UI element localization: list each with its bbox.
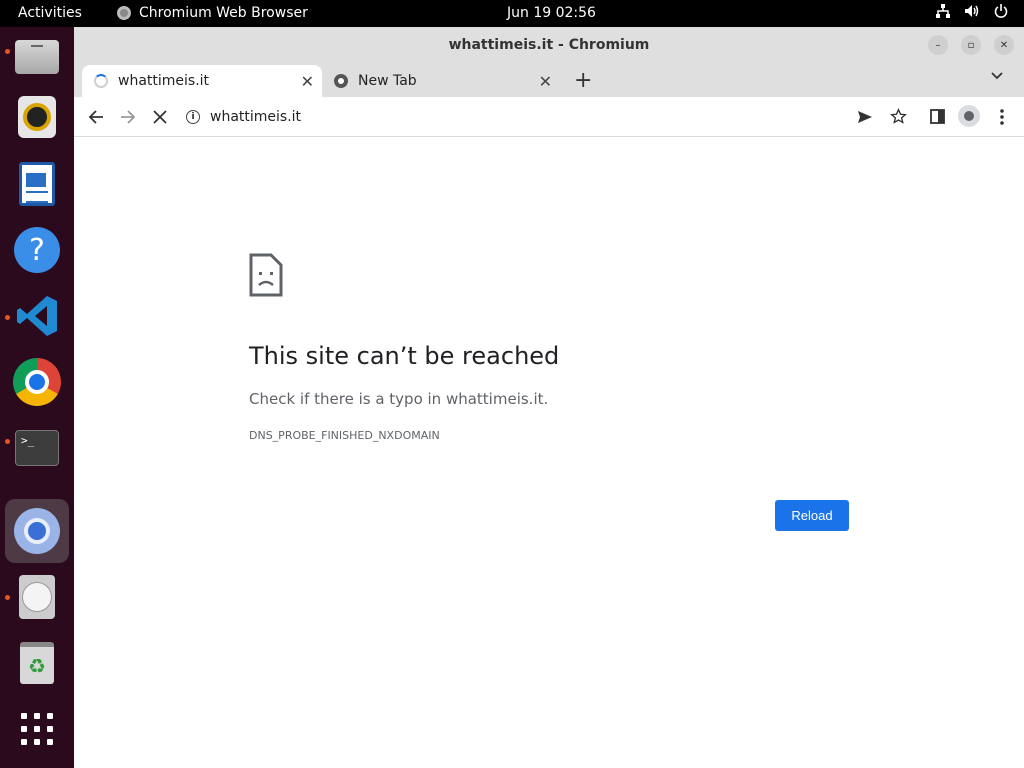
terminal-icon: >_ bbox=[15, 430, 59, 466]
rhythmbox-icon bbox=[18, 96, 56, 138]
error-page: This site can’t be reached Check if ther… bbox=[74, 137, 1024, 768]
dock-chromium[interactable] bbox=[5, 499, 69, 563]
reload-button[interactable]: Reload bbox=[775, 500, 849, 531]
tab-label: whattimeis.it bbox=[118, 73, 210, 89]
activities-button[interactable]: Activities bbox=[18, 5, 82, 21]
power-icon bbox=[994, 4, 1008, 18]
volume-icon bbox=[965, 5, 979, 17]
minimize-button[interactable]: – bbox=[928, 35, 948, 55]
show-apps-icon bbox=[21, 713, 53, 745]
app-menu[interactable]: Chromium Web Browser bbox=[117, 5, 308, 21]
more-menu-icon[interactable] bbox=[1000, 109, 1004, 125]
network-icon bbox=[936, 4, 950, 18]
loading-spinner-icon bbox=[94, 74, 108, 88]
app-name-label: Chromium Web Browser bbox=[139, 5, 308, 21]
forward-button[interactable] bbox=[119, 108, 137, 126]
dock-trash[interactable]: ♻ bbox=[10, 636, 64, 690]
vscode-icon bbox=[17, 296, 57, 336]
dock-vscode[interactable] bbox=[10, 289, 64, 343]
dock-rhythmbox[interactable] bbox=[10, 90, 64, 144]
disks-icon bbox=[19, 575, 55, 619]
dock-disks[interactable] bbox=[10, 570, 64, 624]
close-window-button[interactable]: ✕ bbox=[994, 35, 1014, 55]
chromium-app-icon bbox=[117, 6, 131, 20]
clock[interactable]: Jun 19 02:56 bbox=[507, 5, 596, 21]
dock-files[interactable] bbox=[10, 30, 64, 84]
tab-search-chevron-icon[interactable] bbox=[990, 69, 1004, 83]
tab-new-tab[interactable]: New Tab ✕ bbox=[322, 65, 560, 97]
browser-window: whattimeis.it - Chromium – ▫ ✕ whattimei… bbox=[74, 27, 1024, 768]
dock-help[interactable]: ? bbox=[10, 223, 64, 277]
error-code: DNS_PROBE_FINISHED_NXDOMAIN bbox=[249, 429, 440, 442]
window-titlebar[interactable]: whattimeis.it - Chromium – ▫ ✕ bbox=[74, 27, 1024, 63]
dock: ? >_ ♻ bbox=[0, 27, 74, 768]
chrome-icon bbox=[13, 358, 61, 406]
stop-loading-button[interactable] bbox=[152, 109, 168, 125]
help-icon: ? bbox=[14, 227, 60, 273]
send-to-devices-icon[interactable] bbox=[857, 109, 873, 125]
sad-page-icon bbox=[249, 253, 283, 297]
error-subtitle: Check if there is a typo in whattimeis.i… bbox=[249, 390, 549, 408]
dock-libreoffice-writer[interactable] bbox=[10, 157, 64, 211]
top-bar: Activities Chromium Web Browser Jun 19 0… bbox=[0, 0, 1024, 27]
tab-close-icon[interactable]: ✕ bbox=[539, 72, 552, 91]
site-info-icon[interactable]: i bbox=[186, 110, 200, 124]
files-icon bbox=[15, 40, 59, 74]
writer-icon bbox=[19, 162, 55, 206]
side-panel-icon[interactable] bbox=[930, 109, 945, 124]
chromium-favicon-icon bbox=[334, 74, 348, 88]
tab-close-icon[interactable]: ✕ bbox=[301, 72, 314, 91]
browser-toolbar: i whattimeis.it bbox=[74, 97, 1024, 137]
trash-icon: ♻ bbox=[20, 642, 54, 684]
dock-chrome[interactable] bbox=[10, 355, 64, 409]
bookmark-star-icon[interactable] bbox=[890, 108, 907, 125]
dock-terminal[interactable]: >_ bbox=[10, 421, 64, 475]
tab-strip: whattimeis.it ✕ New Tab ✕ + bbox=[74, 63, 1024, 97]
address-bar[interactable]: i whattimeis.it bbox=[186, 105, 301, 129]
maximize-button[interactable]: ▫ bbox=[961, 35, 981, 55]
new-tab-button[interactable]: + bbox=[574, 68, 592, 93]
url-text[interactable]: whattimeis.it bbox=[210, 109, 301, 125]
tab-label: New Tab bbox=[358, 73, 417, 89]
tab-whattimeis[interactable]: whattimeis.it ✕ bbox=[82, 65, 322, 97]
back-button[interactable] bbox=[87, 108, 105, 126]
chromium-icon bbox=[14, 508, 60, 554]
system-tray[interactable] bbox=[936, 4, 1008, 18]
profile-avatar[interactable] bbox=[958, 105, 980, 127]
error-title: This site can’t be reached bbox=[249, 342, 560, 370]
dock-show-apps[interactable] bbox=[10, 702, 64, 756]
window-title: whattimeis.it - Chromium bbox=[448, 37, 650, 53]
